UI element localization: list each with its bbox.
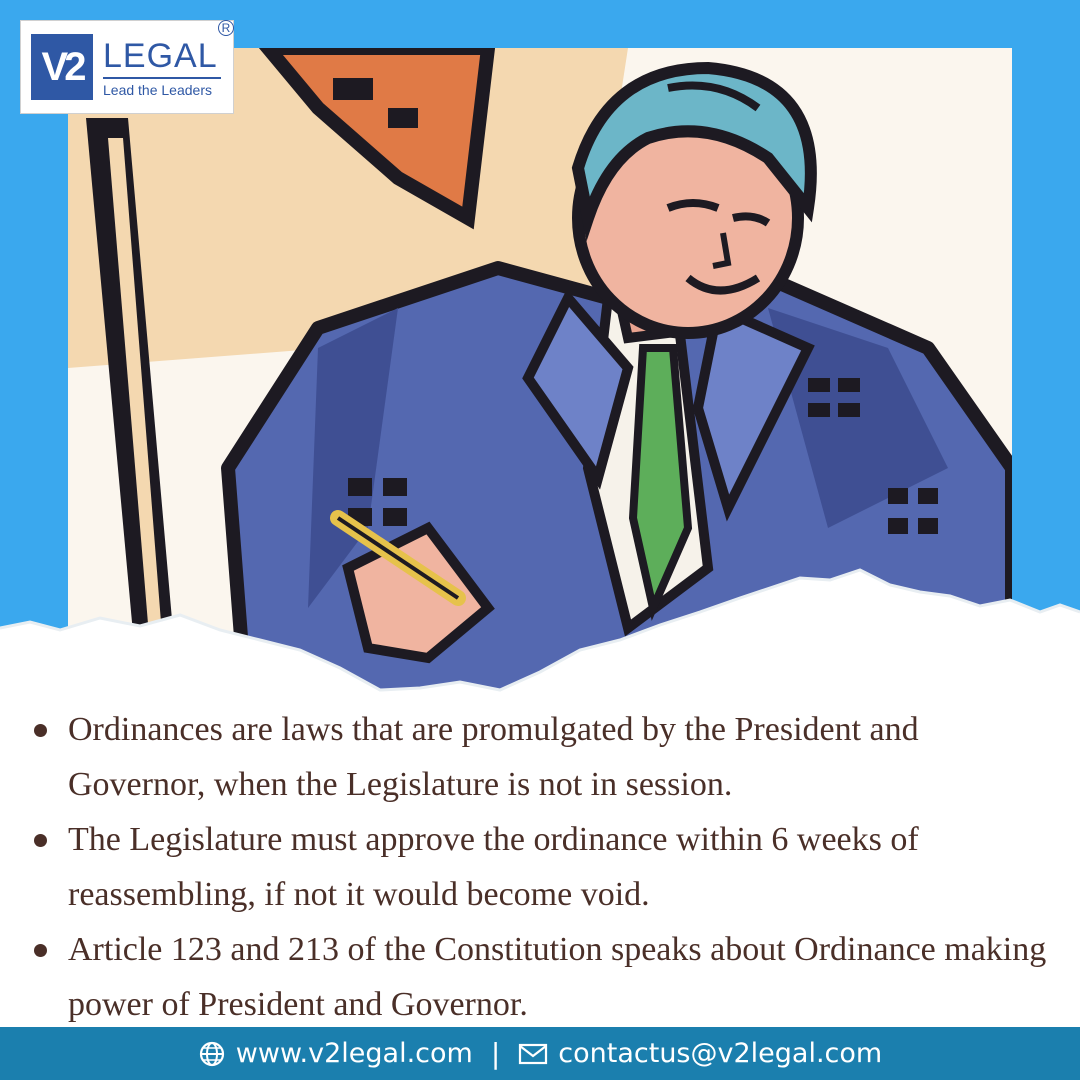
bullet-dot-icon bbox=[34, 944, 47, 957]
email-link[interactable]: contactus@v2legal.com bbox=[518, 1038, 882, 1069]
contact-footer: www.v2legal.com | contactus@v2legal.com bbox=[0, 1027, 1080, 1080]
bullet-item: Ordinances are laws that are promulgated… bbox=[30, 702, 1050, 812]
website-text: www.v2legal.com bbox=[235, 1038, 473, 1069]
ordinance-bullet-list: Ordinances are laws that are promulgated… bbox=[30, 702, 1050, 1032]
bullet-item: Article 123 and 213 of the Constitution … bbox=[30, 922, 1050, 1032]
footer-separator: | bbox=[490, 1037, 501, 1070]
bullet-text: Article 123 and 213 of the Constitution … bbox=[68, 931, 1047, 1023]
globe-icon bbox=[199, 1041, 224, 1066]
email-text: contactus@v2legal.com bbox=[558, 1038, 883, 1069]
bullet-item: The Legislature must approve the ordinan… bbox=[30, 812, 1050, 922]
website-link[interactable]: www.v2legal.com bbox=[198, 1038, 473, 1069]
mail-icon bbox=[519, 1043, 548, 1064]
bullet-dot-icon bbox=[34, 724, 47, 737]
bullet-dot-icon bbox=[34, 834, 47, 847]
bullet-text: Ordinances are laws that are promulgated… bbox=[68, 711, 919, 803]
bullet-text: The Legislature must approve the ordinan… bbox=[68, 821, 919, 913]
